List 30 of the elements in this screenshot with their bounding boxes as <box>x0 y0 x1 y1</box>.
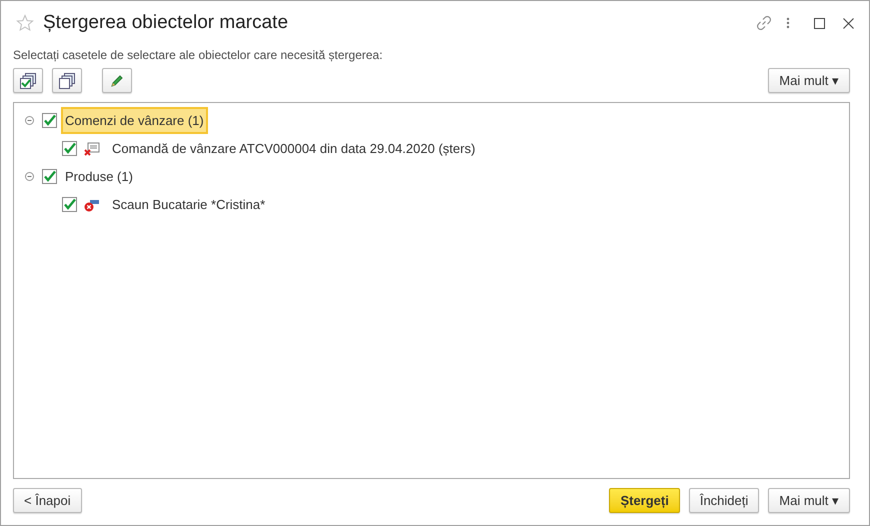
tree-item[interactable]: Comandă de vânzare ATCV000004 din data 29.04.2020 (șters) <box>108 134 480 162</box>
link-icon[interactable] <box>756 15 772 31</box>
more-button[interactable]: Mai mult ▾ <box>768 68 850 93</box>
back-button[interactable]: < Înapoi <box>13 488 82 513</box>
maximize-icon[interactable] <box>814 18 825 28</box>
delete-button[interactable]: Ștergeți <box>609 488 680 513</box>
tree-group-item[interactable]: Comenzi de vânzare (1) <box>61 106 208 134</box>
checkbox[interactable] <box>42 113 57 128</box>
deleted-document-icon <box>84 142 100 156</box>
checkbox[interactable] <box>62 141 77 156</box>
uncheck-all-button[interactable] <box>52 68 82 93</box>
close-button[interactable]: Închideți <box>688 488 760 513</box>
collapse-icon[interactable] <box>25 116 34 125</box>
instruction-text: Selectați casetele de selectare ale obiectelor care necesită ștergerea: <box>13 47 384 64</box>
check-all-button[interactable] <box>13 68 43 93</box>
more-options-icon[interactable] <box>786 17 790 29</box>
close-icon[interactable] <box>843 18 854 28</box>
window-title: Ștergerea obiectelor marcate <box>43 10 288 35</box>
pencil-icon <box>110 74 124 88</box>
star-icon[interactable] <box>16 14 34 32</box>
tree-group-item[interactable]: Produse (1) <box>61 162 137 190</box>
check-all-icon <box>20 72 36 88</box>
uncheck-all-icon <box>59 72 75 88</box>
checkbox[interactable] <box>42 169 57 184</box>
tree-item[interactable]: Scaun Bucatarie *Cristina* <box>108 190 270 218</box>
checkbox[interactable] <box>62 197 77 212</box>
collapse-icon[interactable] <box>25 172 34 181</box>
edit-button[interactable] <box>102 68 132 93</box>
more-button[interactable]: Mai mult ▾ <box>768 488 850 513</box>
deleted-item-icon <box>84 198 100 212</box>
